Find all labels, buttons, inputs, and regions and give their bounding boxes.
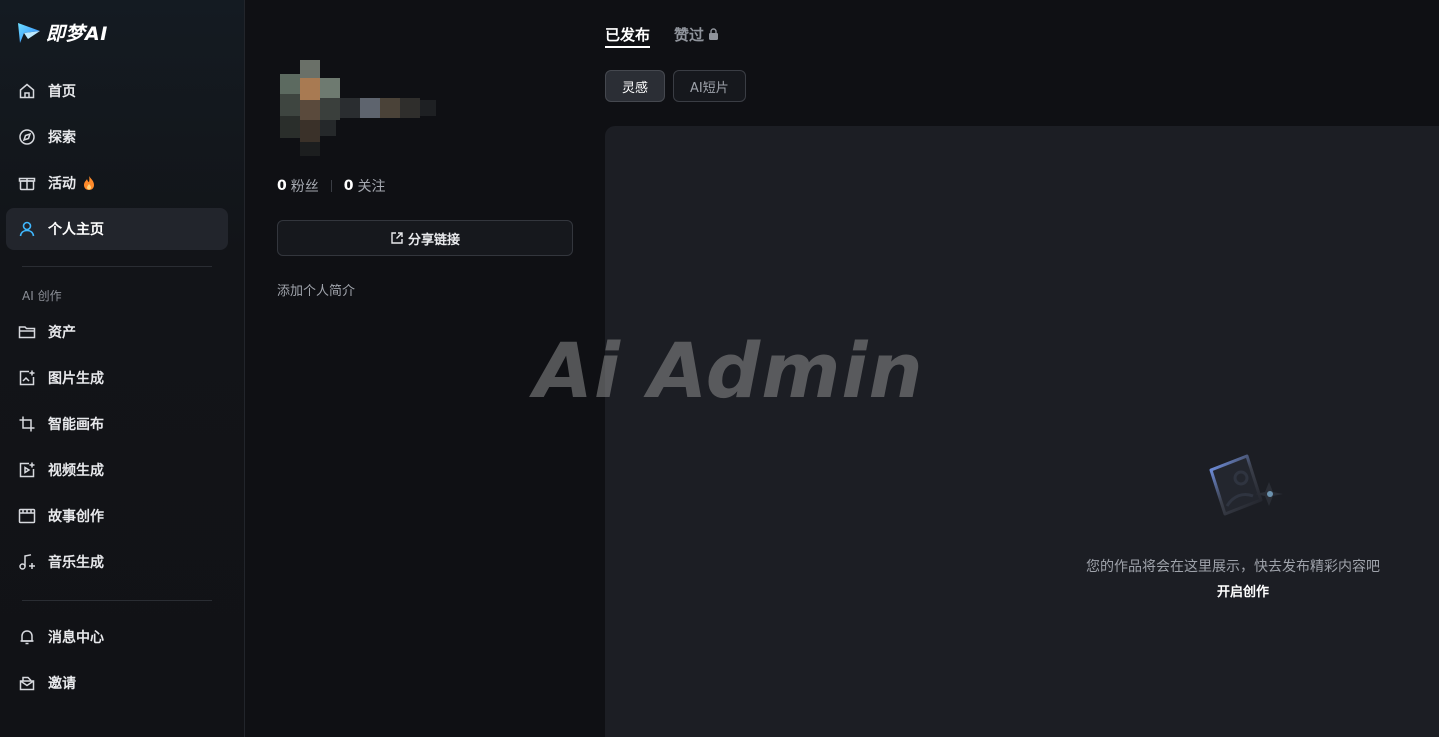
storyboard-icon [18, 508, 36, 524]
add-bio-link[interactable]: 添加个人简介 [277, 280, 355, 299]
works-panel [605, 126, 1439, 737]
sidebar-divider [22, 600, 212, 601]
filter-ai-short-film[interactable]: AI短片 [673, 70, 746, 102]
bell-icon [20, 630, 34, 645]
sidebar-item-canvas[interactable]: 智能画布 [6, 403, 228, 445]
tab-published[interactable]: 已发布 [605, 22, 651, 48]
image-plus-icon [19, 370, 35, 386]
followers-label[interactable]: 粉丝 [291, 176, 319, 196]
tab-label: 赞过 [674, 25, 705, 44]
canvas-crop-icon [19, 416, 35, 432]
sidebar-item-label: 故事创作 [48, 509, 104, 525]
sidebar-item-label: 消息中心 [48, 630, 104, 646]
sidebar-item-invite[interactable]: 邀请 [6, 662, 228, 704]
lock-icon [709, 28, 719, 40]
user-icon [19, 221, 35, 237]
external-link-icon [391, 232, 403, 244]
sidebar-item-messages[interactable]: 消息中心 [6, 616, 228, 658]
avatar[interactable] [276, 58, 440, 158]
sidebar-item-explore[interactable]: 探索 [6, 116, 228, 158]
empty-gallery-icon [1209, 454, 1283, 516]
following-count[interactable]: 0 [344, 178, 354, 194]
sidebar-item-activity[interactable]: 活动 [6, 162, 228, 204]
folder-icon [18, 326, 36, 339]
content-filter: 灵感 AI短片 [605, 70, 746, 102]
sidebar-item-image-gen[interactable]: 图片生成 [6, 357, 228, 399]
share-link-label: 分享链接 [407, 232, 460, 248]
tab-liked[interactable]: 赞过 [674, 22, 719, 46]
empty-state-message: 您的作品将会在这里展示，快去发布精彩内容吧 [1086, 559, 1380, 575]
share-link-button[interactable]: 分享链接 [277, 220, 573, 256]
followers-count[interactable]: 0 [277, 178, 287, 194]
sidebar-item-label: 个人主页 [48, 222, 104, 238]
app-logo[interactable]: 即梦AI [16, 18, 108, 46]
sidebar-item-label: 邀请 [48, 676, 76, 692]
sidebar-divider [22, 266, 212, 267]
sidebar-item-home[interactable]: 首页 [6, 70, 228, 112]
sidebar-item-label: 活动 [48, 176, 76, 192]
gift-icon [18, 177, 36, 191]
fire-icon [84, 176, 94, 190]
sidebar-item-label: 首页 [48, 84, 76, 100]
sidebar-item-label: 资产 [48, 325, 76, 341]
sidebar-item-label: 音乐生成 [48, 555, 104, 571]
invite-icon [19, 676, 35, 691]
following-label[interactable]: 关注 [358, 176, 386, 196]
compass-icon [19, 129, 35, 145]
sidebar-item-label: 视频生成 [48, 463, 104, 479]
sidebar-item-label: 智能画布 [48, 417, 104, 433]
sidebar-item-music-gen[interactable]: 音乐生成 [6, 541, 228, 583]
profile-stats: 0 粉丝 0 关注 [277, 176, 386, 196]
home-icon [19, 83, 35, 99]
tab-label: 已发布 [605, 25, 651, 44]
sidebar-item-story[interactable]: 故事创作 [6, 495, 228, 537]
sidebar-item-label: 图片生成 [48, 371, 104, 387]
start-creating-link[interactable]: 开启创作 [1217, 581, 1269, 600]
content-tabs: 已发布 赞过 [605, 22, 719, 48]
stats-separator [330, 180, 332, 192]
logo-text: 即梦AI [46, 22, 108, 45]
video-plus-icon [19, 462, 35, 478]
sidebar-item-profile[interactable]: 个人主页 [6, 208, 228, 250]
filter-inspiration[interactable]: 灵感 [605, 70, 666, 102]
logo-mark-icon [18, 23, 40, 43]
sidebar-item-video-gen[interactable]: 视频生成 [6, 449, 228, 491]
sidebar: 即梦AI 首页 探索 活动 个人主页 AI 创作 资产 图片生成 智能画布 视频… [0, 0, 245, 737]
sidebar-item-assets[interactable]: 资产 [6, 311, 228, 353]
section-title-ai-create: AI 创作 [22, 289, 62, 303]
sidebar-item-label: 探索 [48, 130, 76, 146]
music-plus-icon [19, 554, 35, 570]
